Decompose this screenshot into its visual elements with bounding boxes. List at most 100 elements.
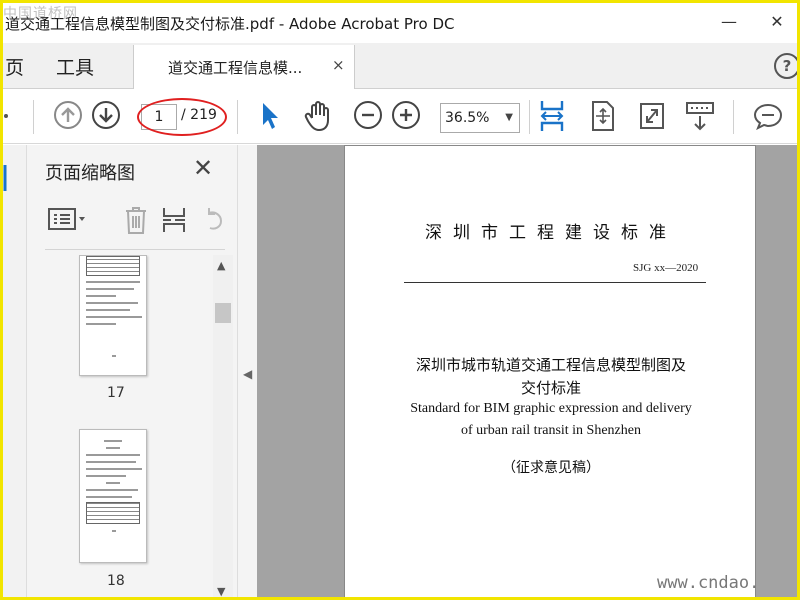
toolbar-separator [529,100,530,134]
tab-close-icon[interactable]: × [332,56,345,74]
fit-page-icon [592,101,614,131]
toolbar-overflow-icon[interactable] [3,106,11,118]
comment-button[interactable] [753,102,783,134]
tab-tools[interactable]: 工具 [56,53,94,80]
thumb-page-number [112,530,116,532]
highlight-ellipse [137,98,227,136]
doc-code: SJG xx—2020 [633,262,699,274]
next-page-button[interactable] [92,101,120,129]
close-icon[interactable]: ✕ [193,154,213,182]
help-icon[interactable]: ? [774,53,797,79]
thumb-line [86,475,126,477]
arrow-down-icon [99,108,113,123]
tab-document-label: 道交通工程信息模... [168,59,303,77]
doc-title-cn-line2: 交付标准 [520,379,581,397]
close-window-button[interactable]: ✕ [757,7,797,37]
thumb-line [86,309,130,311]
hand-tool-button[interactable] [303,100,333,136]
comment-icon [753,103,783,131]
panel-toolbar [45,205,225,245]
thumb-page-number [112,355,116,357]
previous-page-button[interactable] [54,101,82,129]
toolbar: 1 / 219 36.5% ▼ [3,90,797,144]
fit-width-button[interactable] [539,98,565,138]
hand-icon [304,101,329,132]
thumb-line [86,461,136,463]
page-thumbnail-17[interactable] [79,255,147,376]
fit-width-icon [540,101,564,131]
minimize-button[interactable]: — [709,7,749,37]
zoom-out-button[interactable] [354,101,382,129]
doc-title-en-line2: of urban rail transit in Shenzhen [460,423,641,438]
panel-title: 页面缩略图 [45,163,135,184]
keyboard-scroll-icon [686,102,714,131]
doc-header: 深圳市工程建设标准 [425,223,677,243]
scroll-down-icon[interactable]: ▼ [217,585,225,597]
options-menu-icon [48,208,85,230]
thumb-line [86,295,116,297]
scroll-mode-button[interactable] [685,100,715,136]
trash-icon [126,207,146,234]
delete-page-button[interactable] [123,205,149,240]
thumb-line [86,454,140,456]
document-view: 深圳市工程建设标准 SJG xx—2020 深圳市城市轨道交通工程信息模型制图及… [257,145,797,597]
thumb-line [104,440,122,442]
zoom-value: 36.5% [445,110,490,126]
thumb-line [86,496,132,498]
thumb-line [86,489,138,491]
expand-icon [640,103,664,129]
thumb-line [86,468,142,470]
select-tool-button[interactable] [259,101,281,135]
thumb-line [86,281,140,283]
toolbar-separator [733,100,734,134]
navigation-strip [3,145,27,597]
toolbar-separator [237,100,238,134]
thumbnail-options-button[interactable] [47,205,87,238]
collapse-panel-icon[interactable]: ◀ [243,367,252,381]
watermark-bottom: www.cndao. [657,573,760,593]
doc-rule [404,282,706,283]
title-bar: 道交通工程信息模型制图及交付标准.pdf - Adobe Acrobat Pro… [3,3,797,43]
doc-title-en-line1: Standard for BIM graphic expression and … [410,401,692,416]
thumb-table [86,502,140,524]
thumb-line [86,316,142,318]
plus-icon [400,109,412,121]
page-thumbnails-panel: 页面缩略图 ✕ 17 18 ▲ ▼ [27,145,237,597]
doc-title-cn-line1: 深圳市城市轨道交通工程信息模型制图及 [415,356,686,374]
undo-button[interactable] [201,205,225,240]
doc-draft-label: （征求意见稿） [502,460,600,476]
thumb-line [106,447,120,449]
insert-page-button[interactable] [161,205,189,240]
nav-indicator-icon [3,165,7,191]
tab-home[interactable]: 页 [5,53,24,80]
undo-icon [208,208,223,230]
fit-page-button[interactable] [590,100,616,136]
thumb-line [86,302,138,304]
thumbnail-label-17: 17 [107,385,125,401]
cursor-arrow-icon [263,103,278,129]
watermark-top: 中国道桥网 [3,6,78,22]
thumb-line [106,482,120,484]
thumb-line [86,288,134,290]
panel-separator [45,249,225,250]
chevron-down-icon: ▼ [505,112,513,123]
document-page: 深圳市工程建设标准 SJG xx—2020 深圳市城市轨道交通工程信息模型制图及… [344,145,756,597]
minus-icon [362,113,374,117]
tab-bar: 页 工具 道交通工程信息模... × ? [3,43,797,89]
insert-pages-icon [163,208,185,232]
scrollbar-thumb[interactable] [215,303,231,323]
page-thumbnail-18[interactable] [79,429,147,563]
toolbar-separator [33,100,34,134]
scroll-up-icon[interactable]: ▲ [217,259,225,272]
thumbnail-scrollbar[interactable]: ▲ ▼ [213,255,233,597]
app-window: 道交通工程信息模型制图及交付标准.pdf - Adobe Acrobat Pro… [0,0,800,600]
thumb-table [86,256,140,276]
zoom-in-button[interactable] [392,101,420,129]
arrow-up-icon [61,107,75,122]
tab-document[interactable]: 道交通工程信息模... × [133,45,355,89]
thumbnail-list: 17 18 [27,255,213,597]
thumb-line [86,323,116,325]
full-screen-button[interactable] [639,102,665,134]
zoom-select[interactable]: 36.5% ▼ [440,103,520,133]
panel-divider[interactable]: ◀ [237,145,257,597]
